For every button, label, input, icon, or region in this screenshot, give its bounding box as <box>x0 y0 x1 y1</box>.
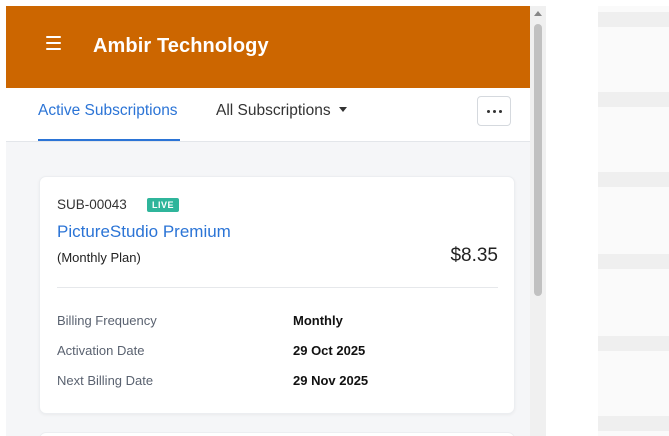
caret-down-icon <box>338 107 347 113</box>
app-title: Ambir Technology <box>93 35 269 57</box>
tab-bar: Active Subscriptions All Subscriptions <box>6 88 530 142</box>
activation-date-label: Activation Date <box>57 343 145 358</box>
billing-frequency-label: Billing Frequency <box>57 313 157 328</box>
vertical-scrollbar[interactable] <box>530 6 546 436</box>
billing-frequency-value: Monthly <box>293 313 343 328</box>
more-options-button[interactable] <box>477 96 511 126</box>
more-dots-icon <box>492 109 496 113</box>
scroll-up-arrow-icon[interactable] <box>534 11 542 16</box>
tab-active-subscriptions[interactable]: Active Subscriptions <box>38 88 180 141</box>
subscription-card-next[interactable] <box>39 432 515 436</box>
scroll-thumb[interactable] <box>534 24 542 296</box>
next-billing-date-label: Next Billing Date <box>57 373 154 388</box>
background-page <box>598 6 669 436</box>
subscription-id: SUB-00043 <box>57 197 127 212</box>
tab-all-subscriptions-dropdown[interactable]: All Subscriptions <box>216 88 347 141</box>
plan-cycle: (Monthly Plan) <box>57 250 141 265</box>
subscription-card[interactable]: SUB-00043 LIVE PictureStudio Premium (Mo… <box>39 176 515 414</box>
app-header: Ambir Technology <box>6 6 530 88</box>
background-row-divider <box>598 416 669 431</box>
card-divider <box>57 287 498 288</box>
activation-date-value: 29 Oct 2025 <box>293 343 366 358</box>
background-row-divider <box>598 172 669 187</box>
background-row-divider <box>598 92 669 107</box>
background-row-divider <box>598 336 669 351</box>
subscriptions-panel: Ambir Technology Active Subscriptions Al… <box>6 6 530 436</box>
tab-all-subscriptions-label: All Subscriptions <box>216 102 331 119</box>
more-dots-icon <box>486 109 490 113</box>
status-badge: LIVE <box>147 198 180 212</box>
more-dots-icon <box>498 109 502 113</box>
hamburger-menu-icon[interactable] <box>46 36 61 50</box>
background-row-divider <box>598 12 669 27</box>
plan-price: $8.35 <box>450 245 498 266</box>
background-row-divider <box>598 254 669 269</box>
plan-name-link[interactable]: PictureStudio Premium <box>57 222 231 242</box>
next-billing-date-value: 29 Nov 2025 <box>293 373 369 388</box>
